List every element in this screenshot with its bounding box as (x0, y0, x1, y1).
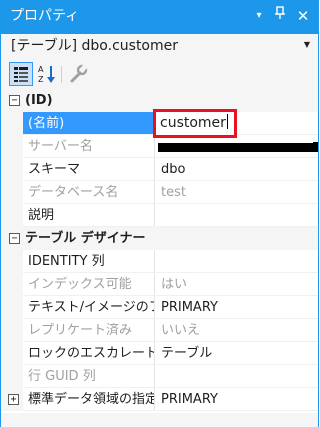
property-row-database[interactable]: データベース名 test (1, 181, 318, 204)
row-gutter (1, 158, 23, 181)
categorized-icon[interactable] (9, 62, 33, 86)
properties-window: プロパティ ▾ ✕ [テーブル] dbo.customer ▼ A Z − (I… (0, 0, 319, 427)
svg-text:Z: Z (38, 75, 44, 84)
description-pane-separator[interactable] (1, 413, 318, 427)
chevron-down-icon[interactable]: ▼ (304, 40, 310, 49)
window-dropdown-icon[interactable]: ▾ (250, 6, 268, 26)
property-row-text-image[interactable]: テキスト/イメージのファイ PRIMARY (1, 296, 318, 319)
redaction-bar (158, 142, 318, 152)
property-name[interactable]: インデックス可能 (23, 273, 155, 296)
window-title: プロパティ (10, 8, 80, 24)
property-name[interactable]: IDENTITY 列 (23, 250, 155, 273)
pin-glyph (275, 6, 285, 19)
text-caret (226, 114, 228, 129)
object-selector[interactable]: [テーブル] dbo.customer ▼ (1, 34, 318, 59)
collapse-icon[interactable]: − (9, 233, 20, 244)
category-table-designer[interactable]: − テーブル デザイナー (1, 227, 318, 250)
property-value[interactable] (156, 365, 318, 388)
row-gutter (1, 365, 23, 388)
property-name[interactable]: レプリケート済み (23, 319, 155, 342)
svg-text:A: A (38, 65, 44, 74)
property-row-description[interactable]: 説明 (1, 204, 318, 227)
row-gutter: + (1, 388, 23, 411)
row-gutter (1, 250, 23, 273)
property-row-rowguid[interactable]: 行 GUID 列 (1, 365, 318, 388)
categorized-glyph (14, 67, 28, 82)
property-row-identity[interactable]: IDENTITY 列 (1, 250, 318, 273)
property-name[interactable]: テキスト/イメージのファイ (23, 296, 155, 319)
property-value[interactable]: テーブル (156, 342, 318, 365)
toolbar-separator (61, 66, 62, 83)
property-value[interactable]: dbo (156, 158, 318, 181)
row-gutter (1, 273, 23, 296)
expand-icon[interactable]: + (8, 394, 19, 405)
property-name[interactable]: 標準データ領域の指定 (23, 388, 155, 411)
title-bar: プロパティ ▾ ✕ (1, 1, 318, 34)
property-value[interactable] (156, 250, 318, 273)
row-gutter (1, 204, 23, 227)
property-row-schema[interactable]: スキーマ dbo (1, 158, 318, 181)
object-selector-label: [テーブル] dbo.customer (11, 38, 179, 54)
properties-toolbar: A Z (1, 59, 318, 89)
category-label: (ID) (25, 93, 53, 108)
property-name[interactable]: スキーマ (23, 158, 155, 181)
property-name[interactable]: サーバー名 (23, 135, 155, 158)
property-name[interactable]: 説明 (23, 204, 155, 227)
pin-icon[interactable] (271, 6, 289, 26)
alphabetical-sort-icon[interactable]: A Z (36, 62, 60, 86)
property-row-replicated[interactable]: レプリケート済み いいえ (1, 319, 318, 342)
property-name[interactable]: データベース名 (23, 181, 155, 204)
name-edit-text: customer (160, 115, 226, 131)
collapse-icon[interactable]: − (9, 95, 20, 106)
alphabetical-glyph: A Z (38, 65, 55, 84)
property-name[interactable]: 行 GUID 列 (23, 365, 155, 388)
property-value[interactable]: はい (156, 273, 318, 296)
row-gutter (1, 112, 23, 135)
property-row-dataspace[interactable]: + 標準データ領域の指定 PRIMARY (1, 388, 318, 411)
wrench-icon[interactable] (66, 62, 90, 86)
row-gutter (1, 296, 23, 319)
property-value[interactable]: PRIMARY (156, 388, 318, 411)
row-gutter (1, 342, 23, 365)
name-edit-input[interactable]: customer (153, 109, 237, 138)
property-name[interactable]: ロックのエスカレート (23, 342, 155, 365)
property-value[interactable] (156, 204, 318, 227)
close-icon[interactable]: ✕ (294, 6, 312, 26)
row-gutter (1, 135, 23, 158)
property-value[interactable]: test (156, 181, 318, 204)
property-value[interactable]: PRIMARY (156, 296, 318, 319)
property-name[interactable]: (名前) (23, 112, 155, 135)
property-row-indexable[interactable]: インデックス可能 はい (1, 273, 318, 296)
redaction-bar-edge (158, 141, 313, 143)
property-value[interactable]: いいえ (156, 319, 318, 342)
row-gutter (1, 181, 23, 204)
row-gutter (1, 319, 23, 342)
category-label: テーブル デザイナー (25, 231, 146, 246)
wrench-glyph (70, 64, 88, 83)
property-grid: − (ID) (名前) サーバー名 スキーマ dbo データベース名 test … (1, 89, 318, 427)
property-row-lock-escalation[interactable]: ロックのエスカレート テーブル (1, 342, 318, 365)
